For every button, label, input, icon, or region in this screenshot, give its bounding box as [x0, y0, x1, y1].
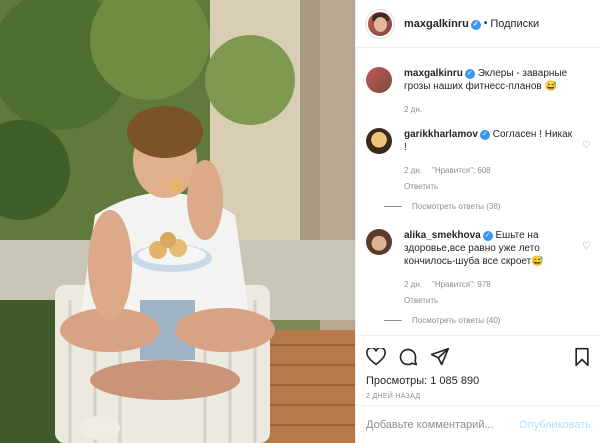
view-replies-button[interactable]: Посмотреть ответы (38) — [384, 202, 591, 211]
caption-username[interactable]: maxgalkinru — [404, 68, 463, 79]
caption: maxgalkinru ✓ Эклеры - заварные грозы наш… — [366, 67, 591, 116]
comment-item: garikkharlamov ✓ Согласен ! Никак ! 2 дн.… — [366, 128, 591, 193]
comment-input[interactable] — [366, 418, 520, 431]
verified-badge-icon: ✓ — [464, 69, 475, 79]
instagram-post: maxgalkinru ✓ • Подписки maxgalkinru ✓ Экл… — [0, 0, 600, 443]
reply-button[interactable]: Ответить — [404, 180, 575, 193]
comment-username[interactable]: garikkharlamov — [404, 129, 478, 140]
comment-icon[interactable] — [398, 347, 418, 367]
comment-username[interactable]: alika_smekhova — [404, 230, 481, 241]
caption-time[interactable]: 2 дн. — [404, 103, 591, 116]
view-replies-button[interactable]: Посмотреть ответы (40) — [384, 316, 591, 325]
comment-avatar[interactable] — [366, 128, 392, 154]
verified-badge-icon: ✓ — [470, 19, 481, 30]
verified-badge-icon: ✓ — [482, 231, 493, 241]
comment-likes[interactable]: "Нравится": 608 — [432, 166, 491, 175]
post-actions: Просмотры: 1 085 890 2 ДНЕЙ НАЗАД — [356, 335, 600, 400]
comment-time[interactable]: 2 дн. — [404, 280, 422, 289]
replies-line — [384, 320, 402, 321]
view-count[interactable]: Просмотры: 1 085 890 — [366, 375, 591, 387]
author-username[interactable]: maxgalkinru ✓ — [404, 18, 481, 30]
comment-likes[interactable]: "Нравится": 978 — [432, 280, 491, 289]
add-comment-bar: Опубликовать — [356, 405, 600, 443]
share-icon[interactable] — [430, 347, 450, 367]
comment-like-heart-icon[interactable]: ♡ — [582, 140, 591, 151]
verified-badge-icon: ✓ — [479, 130, 490, 140]
author-avatar[interactable] — [366, 9, 394, 38]
comment-like-heart-icon[interactable]: ♡ — [582, 241, 591, 252]
video-frame-illustration — [0, 0, 355, 443]
post-header: maxgalkinru ✓ • Подписки — [356, 0, 600, 48]
publish-button[interactable]: Опубликовать — [519, 419, 591, 431]
header-separator: • — [483, 18, 488, 29]
replies-line — [384, 206, 402, 207]
comment-item: alika_smekhova ✓ Ешьте на здоровье,все ра… — [366, 229, 591, 307]
reply-button[interactable]: Ответить — [404, 294, 575, 307]
heart-icon[interactable] — [366, 348, 386, 366]
comments-list[interactable]: maxgalkinru ✓ Эклеры - заварные грозы наш… — [356, 49, 600, 335]
post-date[interactable]: 2 ДНЕЙ НАЗАД — [366, 393, 591, 400]
caption-avatar[interactable] — [366, 67, 392, 93]
comment-avatar[interactable] — [366, 229, 392, 255]
follow-button[interactable]: Подписки — [490, 18, 539, 30]
post-side-panel: maxgalkinru ✓ • Подписки maxgalkinru ✓ Экл… — [355, 0, 600, 443]
bookmark-icon[interactable] — [573, 347, 591, 367]
comment-time[interactable]: 2 дн. — [404, 166, 422, 175]
post-video[interactable] — [0, 0, 355, 443]
